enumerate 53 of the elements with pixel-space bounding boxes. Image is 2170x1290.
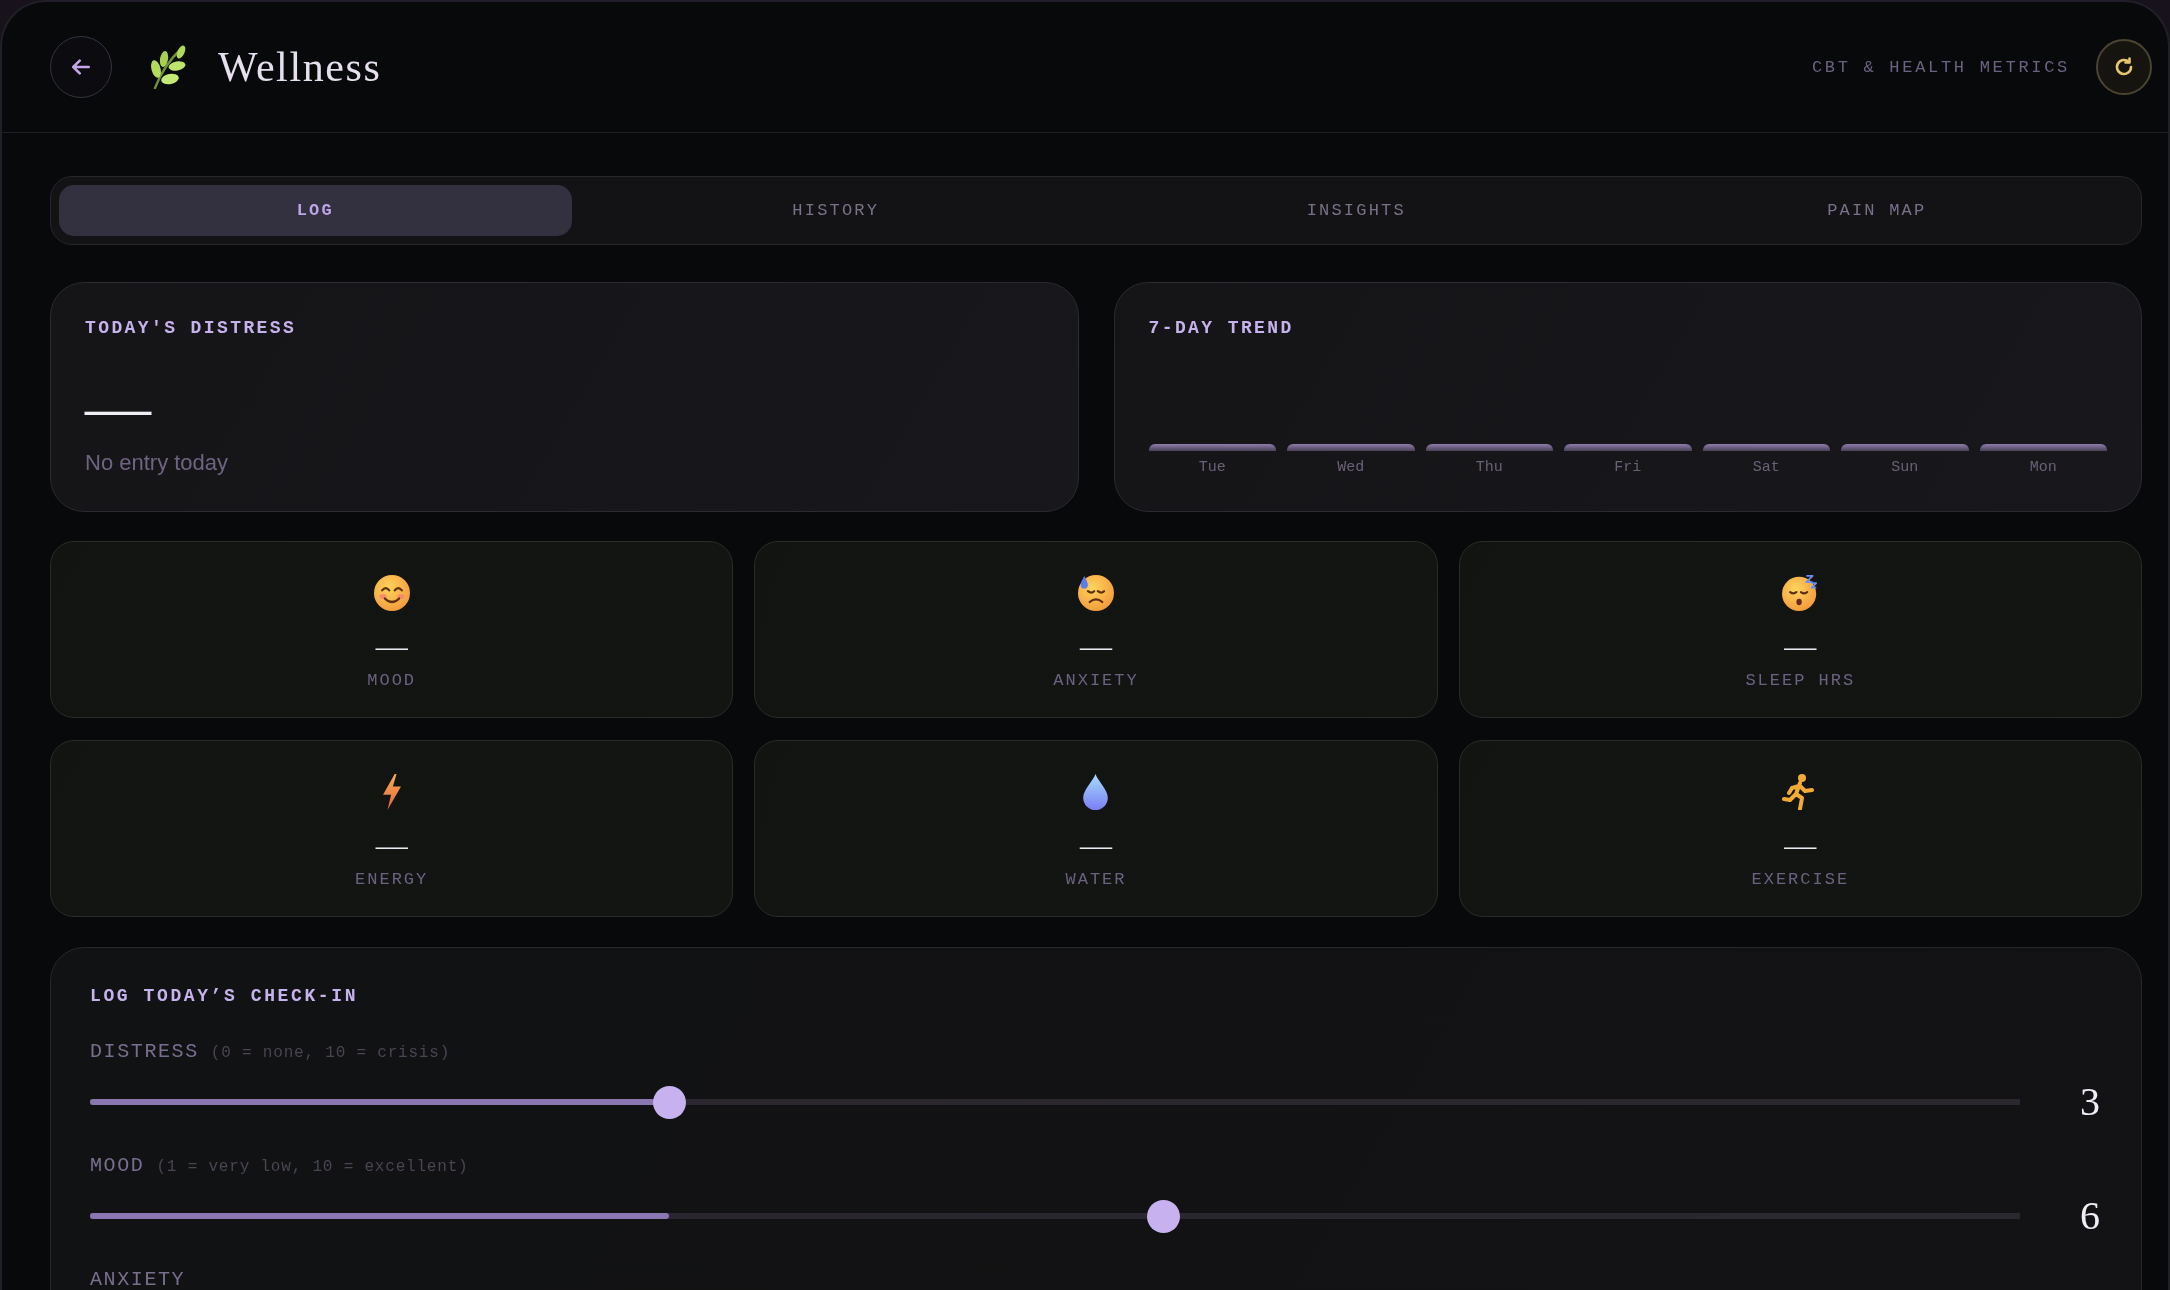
day-label: Sun	[1891, 458, 1919, 478]
slider-thumb[interactable]	[652, 1085, 686, 1119]
card-title: 7-DAY TREND	[1148, 317, 1294, 339]
slider-label: ANXIETY	[90, 1268, 186, 1290]
day-label: Sat	[1752, 458, 1780, 478]
lightning-bolt-icon	[381, 774, 402, 810]
metric-value: —	[1080, 636, 1112, 656]
distress-value: —	[85, 387, 151, 427]
slider-hint: (0 = none, 10 = crisis)	[210, 1043, 451, 1064]
slider-thumb[interactable]	[1146, 1199, 1180, 1233]
empty-message: No entry today	[85, 449, 229, 477]
slider-label: DISTRESS	[90, 1040, 199, 1064]
metric-card[interactable]: — ANXIETY	[754, 541, 1438, 718]
metric-card[interactable]: — MOOD	[50, 541, 734, 718]
tab[interactable]: LOG	[59, 185, 572, 236]
sweating-sad-face-icon	[1078, 575, 1114, 611]
metric-label: MOOD	[367, 671, 417, 691]
metric-value: —	[1784, 835, 1817, 855]
day-label: Wed	[1337, 458, 1365, 478]
metric-label: SLEEP HRS	[1745, 671, 1856, 691]
day-label: Fri	[1614, 458, 1642, 478]
tab[interactable]: INSIGHTS	[1100, 185, 1613, 236]
slider-value: 6	[2079, 1196, 2101, 1236]
metric-label: ENERGY	[355, 870, 429, 890]
metric-card[interactable]: — ENERGY	[50, 740, 734, 917]
slider-hint: (1 = very low, 10 = excellent)	[156, 1157, 469, 1178]
metric-card[interactable]: — EXERCISE	[1458, 740, 2142, 917]
slider-label: MOOD	[90, 1154, 145, 1178]
metric-card[interactable]: — WATER	[754, 740, 1438, 917]
refresh-icon	[2114, 57, 2134, 77]
slider-value: 3	[2079, 1082, 2101, 1122]
tab[interactable]: HISTORY	[579, 185, 1092, 236]
metric-label: ANXIETY	[1053, 671, 1139, 691]
card-title: LOG TODAY’S CHECK-IN	[90, 985, 360, 1007]
day-label: Mon	[2029, 458, 2057, 478]
app-title: Wellness	[218, 46, 382, 88]
refresh-button[interactable]	[2096, 39, 2152, 95]
day-label: Tue	[1198, 458, 1226, 478]
metric-label: EXERCISE	[1751, 870, 1850, 890]
metric-value: —	[1784, 636, 1817, 656]
day-label: Thu	[1475, 458, 1503, 478]
metric-value: —	[1080, 835, 1112, 855]
metric-label: WATER	[1065, 870, 1127, 890]
back-arrow-icon	[72, 59, 90, 75]
water-drop-icon	[1083, 774, 1109, 810]
tab[interactable]: PAIN MAP	[1620, 185, 2133, 236]
header-subtitle: CBT & HEALTH METRICS	[1811, 57, 2070, 77]
smiling-face-icon	[373, 575, 410, 611]
metric-card[interactable]: — SLEEP HRS	[1458, 541, 2142, 718]
metric-value: —	[375, 636, 408, 656]
metric-value: —	[375, 835, 408, 855]
card-title: TODAY'S DISTRESS	[85, 317, 297, 339]
sleeping-face-icon	[1782, 575, 1819, 611]
